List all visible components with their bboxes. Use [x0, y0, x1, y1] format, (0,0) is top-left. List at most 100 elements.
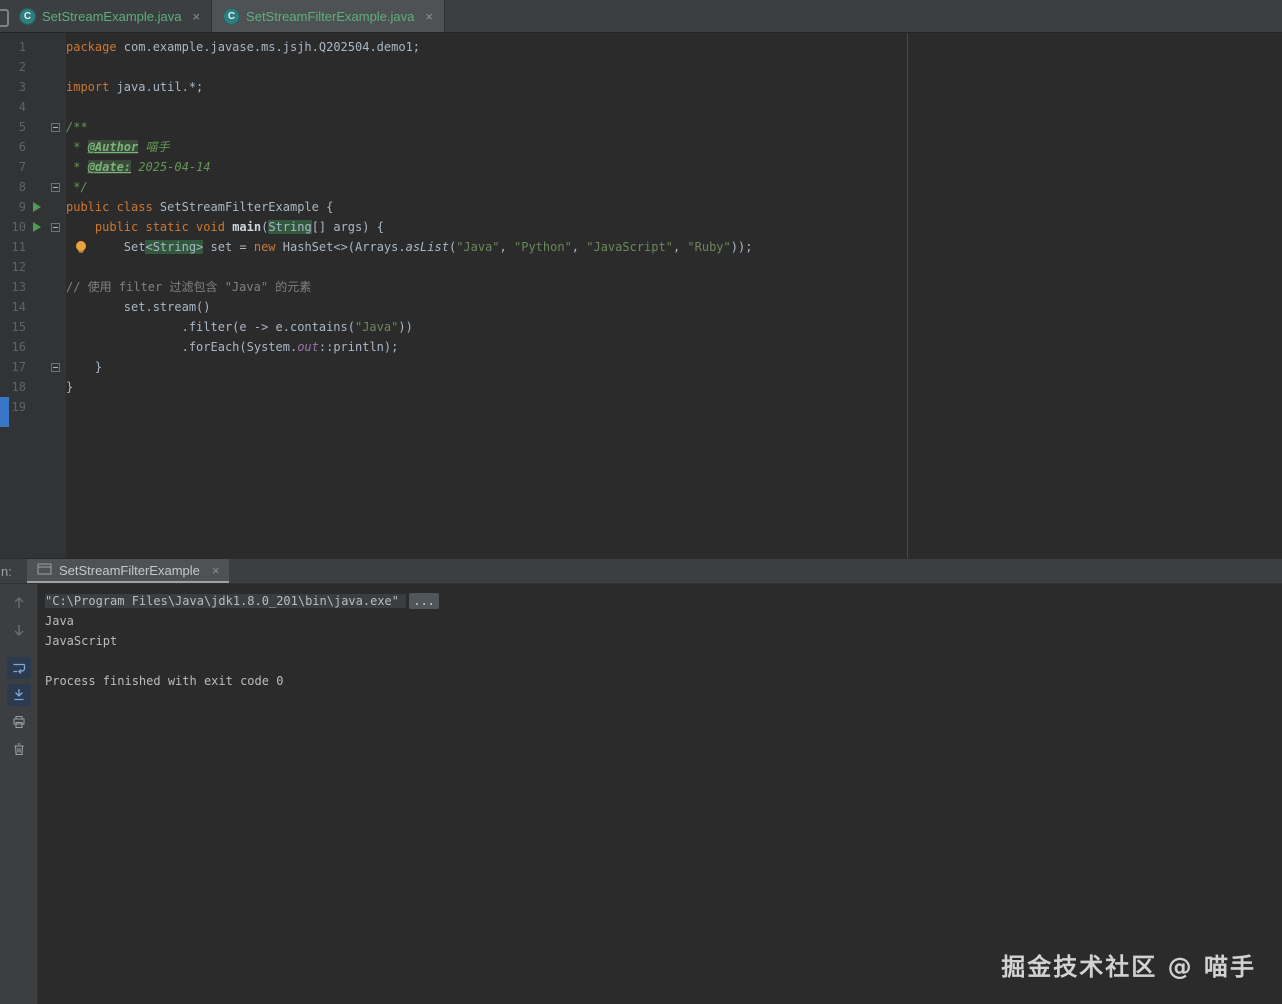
- editor-tab-bar: C SetStreamExample.java × C SetStreamFil…: [0, 0, 1282, 33]
- code-line[interactable]: // 使用 filter 过滤包含 "Java" 的元素: [66, 277, 1282, 297]
- clear-icon[interactable]: [7, 738, 31, 760]
- gutter-fold-slot: [47, 123, 64, 132]
- code-line[interactable]: public class SetStreamFilterExample {: [66, 197, 1282, 217]
- gutter-row: 1: [0, 37, 66, 57]
- line-number: 3: [0, 80, 26, 94]
- run-line-icon[interactable]: [33, 222, 41, 232]
- code-token: ,: [500, 240, 514, 254]
- console-line: Java: [45, 611, 1282, 631]
- code-token: "JavaScript": [586, 240, 673, 254]
- code-token: java.util.*;: [109, 80, 203, 94]
- gutter-row: 5: [0, 117, 66, 137]
- code-line[interactable]: [66, 397, 1282, 417]
- gutter-row: 8: [0, 177, 66, 197]
- run-label-fragment: n:: [0, 559, 27, 583]
- code-token: out: [297, 340, 319, 354]
- code-token: import: [66, 80, 109, 94]
- code-line[interactable]: */: [66, 177, 1282, 197]
- code-line[interactable]: .forEach(System.out::println);: [66, 337, 1282, 357]
- editor-gutter: 12345678910111213141516171819: [0, 33, 66, 558]
- code-token: package: [66, 40, 117, 54]
- run-line-icon[interactable]: [33, 202, 41, 212]
- tab-label: SetStreamExample.java: [42, 9, 181, 24]
- gutter-run-slot: [26, 222, 47, 232]
- code-line[interactable]: Set<String> set = new HashSet<>(Arrays.a…: [66, 237, 1282, 257]
- code-editor[interactable]: 12345678910111213141516171819 package co…: [0, 33, 1282, 558]
- code-token: ,: [673, 240, 687, 254]
- code-line[interactable]: * @date: 2025-04-14: [66, 157, 1282, 177]
- run-tab[interactable]: SetStreamFilterExample ×: [27, 559, 229, 583]
- code-token: asList: [406, 240, 449, 254]
- console-output[interactable]: "C:\Program Files\Java\jdk1.8.0_201\bin\…: [38, 584, 1282, 1004]
- editor-code[interactable]: package com.example.javase.ms.jsjh.Q2025…: [66, 33, 1282, 558]
- gutter-row: 4: [0, 97, 66, 117]
- fold-marker-icon[interactable]: [51, 223, 60, 232]
- gutter-row: 13: [0, 277, 66, 297]
- run-tool-window-header: n: SetStreamFilterExample ×: [0, 558, 1282, 584]
- gutter-row: 18: [0, 377, 66, 397]
- console-line: [45, 651, 1282, 671]
- console-token: Process finished with exit code 0: [45, 674, 283, 688]
- tab-close-icon[interactable]: ×: [425, 9, 433, 24]
- line-number: 4: [0, 100, 26, 114]
- console-window-icon: [37, 562, 52, 579]
- code-line[interactable]: package com.example.javase.ms.jsjh.Q2025…: [66, 37, 1282, 57]
- console-line: JavaScript: [45, 631, 1282, 651]
- code-token: *: [66, 160, 88, 174]
- scroll-up-icon[interactable]: [7, 592, 31, 614]
- code-line[interactable]: [66, 97, 1282, 117]
- run-tab-close-icon[interactable]: ×: [212, 563, 220, 578]
- line-number: 18: [0, 380, 26, 394]
- soft-wrap-icon[interactable]: [7, 657, 31, 679]
- code-line[interactable]: [66, 257, 1282, 277]
- fold-marker-icon[interactable]: [51, 363, 60, 372]
- code-token: com.example.javase.ms.jsjh.Q202504.demo1…: [117, 40, 420, 54]
- line-number: 13: [0, 280, 26, 294]
- console-line: Process finished with exit code 0: [45, 671, 1282, 691]
- code-line[interactable]: [66, 57, 1282, 77]
- code-token: .forEach(System.: [66, 340, 297, 354]
- code-token: "Ruby": [687, 240, 730, 254]
- code-token: [] args) {: [312, 220, 384, 234]
- code-token: 2025-04-14: [131, 160, 210, 174]
- gutter-row: 14: [0, 297, 66, 317]
- line-number: 9: [0, 200, 26, 214]
- code-line[interactable]: * @Author 喵手: [66, 137, 1282, 157]
- line-number: 16: [0, 340, 26, 354]
- code-token: public class: [66, 200, 153, 214]
- gutter-row: 17: [0, 357, 66, 377]
- code-token: set.stream(): [66, 300, 211, 314]
- fold-marker-icon[interactable]: [51, 183, 60, 192]
- code-line[interactable]: import java.util.*;: [66, 77, 1282, 97]
- run-tab-label: SetStreamFilterExample: [59, 563, 200, 578]
- editor-tab-setstreamexample[interactable]: C SetStreamExample.java ×: [8, 0, 212, 32]
- tab-close-icon[interactable]: ×: [192, 9, 200, 24]
- line-number: 14: [0, 300, 26, 314]
- fold-marker-icon[interactable]: [51, 123, 60, 132]
- code-line[interactable]: set.stream(): [66, 297, 1282, 317]
- code-token: SetStreamFilterExample {: [153, 200, 334, 214]
- run-tool-window: "C:\Program Files\Java\jdk1.8.0_201\bin\…: [0, 584, 1282, 1004]
- code-line[interactable]: /**: [66, 117, 1282, 137]
- code-line[interactable]: .filter(e -> e.contains("Java")): [66, 317, 1282, 337]
- code-token: *: [66, 140, 88, 154]
- code-token: @Author: [88, 140, 139, 154]
- code-line[interactable]: }: [66, 357, 1282, 377]
- code-token: }: [66, 380, 73, 394]
- intention-bulb-icon[interactable]: [76, 241, 86, 251]
- line-number: 2: [0, 60, 26, 74]
- code-line[interactable]: }: [66, 377, 1282, 397]
- code-token: <String>: [145, 240, 203, 254]
- scroll-down-icon[interactable]: [7, 619, 31, 641]
- line-number: 11: [0, 240, 26, 254]
- code-line[interactable]: public static void main(String[] args) {: [66, 217, 1282, 237]
- code-token: HashSet<>(Arrays.: [276, 240, 406, 254]
- console-token: "C:\Program Files\Java\jdk1.8.0_201\bin\…: [45, 594, 406, 608]
- line-number: 1: [0, 40, 26, 54]
- line-number: 8: [0, 180, 26, 194]
- scroll-to-end-icon[interactable]: [7, 684, 31, 706]
- console-line: "C:\Program Files\Java\jdk1.8.0_201\bin\…: [45, 591, 1282, 611]
- print-icon[interactable]: [7, 711, 31, 733]
- gutter-run-slot: [26, 202, 47, 212]
- editor-tab-setstreamfilterexample[interactable]: C SetStreamFilterExample.java ×: [212, 0, 445, 32]
